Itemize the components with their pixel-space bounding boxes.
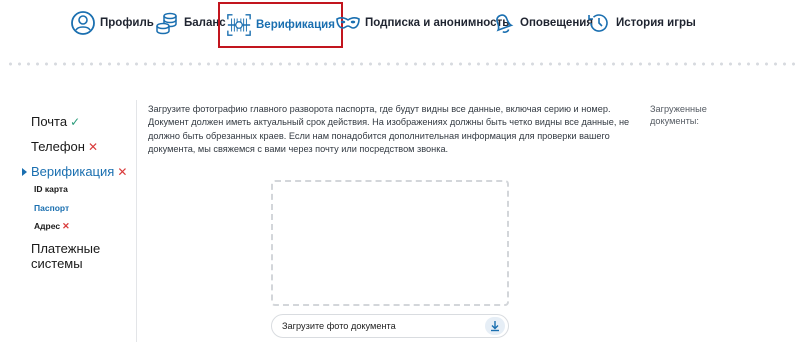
sidebar-item-label: Почта bbox=[31, 114, 68, 129]
nav-item-profile[interactable]: Профиль bbox=[70, 8, 154, 38]
user-circle-icon bbox=[70, 10, 96, 36]
nav-label: Профиль bbox=[100, 17, 154, 29]
sidebar-subitem-address[interactable]: Адрес ✕ bbox=[34, 221, 70, 232]
passport-instructions: Загрузите фотографию главного разворота … bbox=[148, 104, 630, 155]
nav-label: Подписка и анонимность bbox=[365, 17, 510, 29]
cross-icon: ✕ bbox=[62, 221, 70, 231]
sidebar-item-email[interactable]: Почта ✓ bbox=[31, 114, 80, 129]
uploaded-documents-label: Загруженные документы: bbox=[650, 104, 707, 126]
top-navigation: Профиль Баланс Верификация Подписка и ан… bbox=[0, 0, 800, 48]
nav-label: Верификация bbox=[256, 19, 335, 31]
sidebar-item-label-line2: системы bbox=[31, 256, 83, 271]
nav-item-verification[interactable]: Верификация bbox=[218, 2, 343, 48]
nav-label: Оповещения bbox=[520, 17, 594, 29]
nav-item-subscription[interactable]: Подписка и анонимность bbox=[335, 8, 509, 38]
dotted-divider bbox=[6, 61, 796, 67]
history-icon bbox=[586, 10, 612, 36]
document-dropzone[interactable] bbox=[271, 180, 509, 306]
sidebar-subitem-label: Адрес bbox=[34, 221, 61, 231]
sidebar-subitem-label: ID карта bbox=[34, 184, 68, 194]
upload-document-field[interactable]: Загрузите фото документа bbox=[271, 314, 509, 338]
nav-item-notifications[interactable]: Оповещения bbox=[490, 8, 593, 38]
sidebar-item-label: Платежные bbox=[31, 241, 101, 256]
sidebar-item-phone[interactable]: Телефон ✕ bbox=[31, 139, 98, 154]
sidebar-subitem-label: Паспорт bbox=[34, 203, 70, 213]
check-icon: ✓ bbox=[70, 115, 81, 129]
nav-item-history[interactable]: История игры bbox=[586, 8, 696, 38]
caret-right-icon bbox=[22, 168, 27, 176]
mask-icon bbox=[335, 10, 361, 36]
sidebar-subitem-passport[interactable]: Паспорт bbox=[34, 203, 69, 213]
download-arrow-icon bbox=[491, 321, 499, 332]
sidebar-item-verification[interactable]: Верификация ✕ bbox=[31, 164, 127, 179]
sidebar-item-label: Телефон bbox=[31, 139, 85, 154]
cross-icon: ✕ bbox=[117, 165, 128, 179]
upload-button[interactable] bbox=[485, 317, 505, 335]
verification-icon bbox=[226, 12, 252, 38]
upload-field-text: Загрузите фото документа bbox=[282, 321, 396, 331]
bell-icon bbox=[490, 10, 516, 36]
sidebar-item-payment-systems[interactable]: Платежные системы bbox=[31, 241, 100, 271]
cross-icon: ✕ bbox=[87, 140, 98, 154]
sidebar-subitem-id-card[interactable]: ID карта bbox=[34, 184, 68, 194]
sidebar-divider bbox=[136, 100, 137, 342]
nav-item-balance[interactable]: Баланс bbox=[154, 8, 226, 38]
coins-icon bbox=[154, 10, 180, 36]
nav-label: История игры bbox=[616, 17, 696, 29]
sidebar-item-label: Верификация bbox=[31, 164, 115, 179]
